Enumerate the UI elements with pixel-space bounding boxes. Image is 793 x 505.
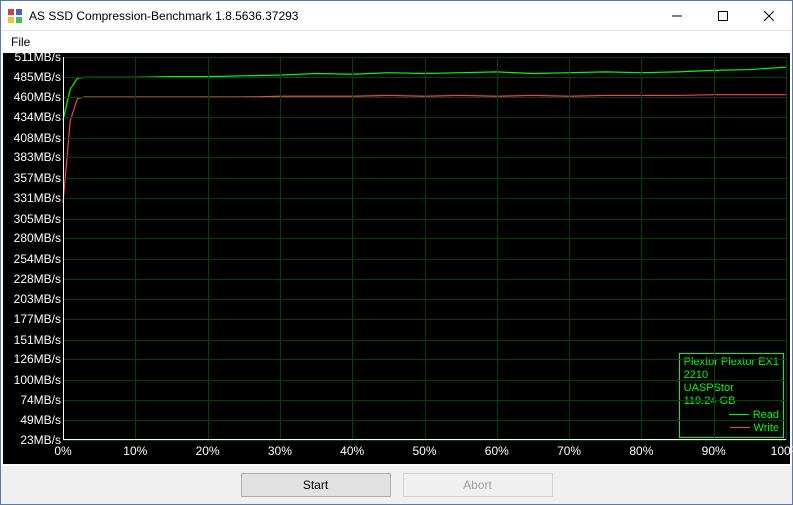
start-button[interactable]: Start (241, 473, 391, 497)
minimize-button[interactable] (654, 1, 700, 30)
x-tick-label: 20% (196, 444, 220, 458)
legend-device-1: Plextor Plextor EX1 (684, 356, 779, 369)
y-tick-label: 357MB/s (14, 171, 61, 185)
legend-write-label: Write (754, 422, 779, 434)
x-tick-label: 100% (771, 444, 793, 458)
y-tick-label: 383MB/s (14, 150, 61, 164)
y-tick-label: 408MB/s (14, 131, 61, 145)
app-icon (7, 8, 23, 24)
x-tick-label: 40% (340, 444, 364, 458)
x-tick-label: 60% (485, 444, 509, 458)
x-tick-label: 80% (629, 444, 653, 458)
y-tick-label: 460MB/s (14, 90, 61, 104)
x-tick-label: 70% (557, 444, 581, 458)
app-window: AS SSD Compression-Benchmark 1.8.5636.37… (0, 0, 793, 505)
y-tick-label: 280MB/s (14, 231, 61, 245)
legend-write: Write (684, 422, 779, 435)
button-bar: Start Abort (1, 466, 792, 504)
x-tick-label: 0% (54, 444, 71, 458)
x-axis: 0%10%20%30%40%50%60%70%80%90%100% (63, 440, 786, 464)
plot-region: Plextor Plextor EX1 2210 UASPStor 119.24… (63, 57, 786, 440)
y-tick-label: 331MB/s (14, 191, 61, 205)
chart-area: 23MB/s49MB/s74MB/s100MB/s126MB/s151MB/s1… (3, 53, 790, 464)
menu-file[interactable]: File (5, 33, 36, 51)
y-tick-label: 177MB/s (14, 312, 61, 326)
maximize-button[interactable] (700, 1, 746, 30)
x-tick-label: 10% (123, 444, 147, 458)
window-controls (654, 1, 792, 30)
x-tick-label: 50% (412, 444, 436, 458)
y-tick-label: 434MB/s (14, 110, 61, 124)
y-tick-label: 228MB/s (14, 272, 61, 286)
abort-button: Abort (403, 473, 553, 497)
y-tick-label: 74MB/s (20, 393, 61, 407)
x-tick-label: 90% (702, 444, 726, 458)
legend-driver: UASPStor (684, 382, 779, 395)
x-tick-label: 30% (268, 444, 292, 458)
legend-box: Plextor Plextor EX1 2210 UASPStor 119.24… (679, 353, 784, 438)
window-title: AS SSD Compression-Benchmark 1.8.5636.37… (29, 9, 654, 23)
y-tick-label: 203MB/s (14, 292, 61, 306)
close-button[interactable] (746, 1, 792, 30)
y-tick-label: 126MB/s (14, 352, 61, 366)
menubar: File (1, 31, 792, 51)
y-tick-label: 305MB/s (14, 212, 61, 226)
titlebar: AS SSD Compression-Benchmark 1.8.5636.37… (1, 1, 792, 31)
y-tick-label: 100MB/s (14, 373, 61, 387)
y-tick-label: 151MB/s (14, 333, 61, 347)
y-tick-label: 485MB/s (14, 70, 61, 84)
legend-capacity: 119.24 GB (684, 395, 779, 408)
y-tick-label: 511MB/s (15, 50, 61, 64)
y-tick-label: 254MB/s (14, 252, 61, 266)
y-axis: 23MB/s49MB/s74MB/s100MB/s126MB/s151MB/s1… (3, 53, 63, 440)
y-tick-label: 49MB/s (20, 413, 61, 427)
